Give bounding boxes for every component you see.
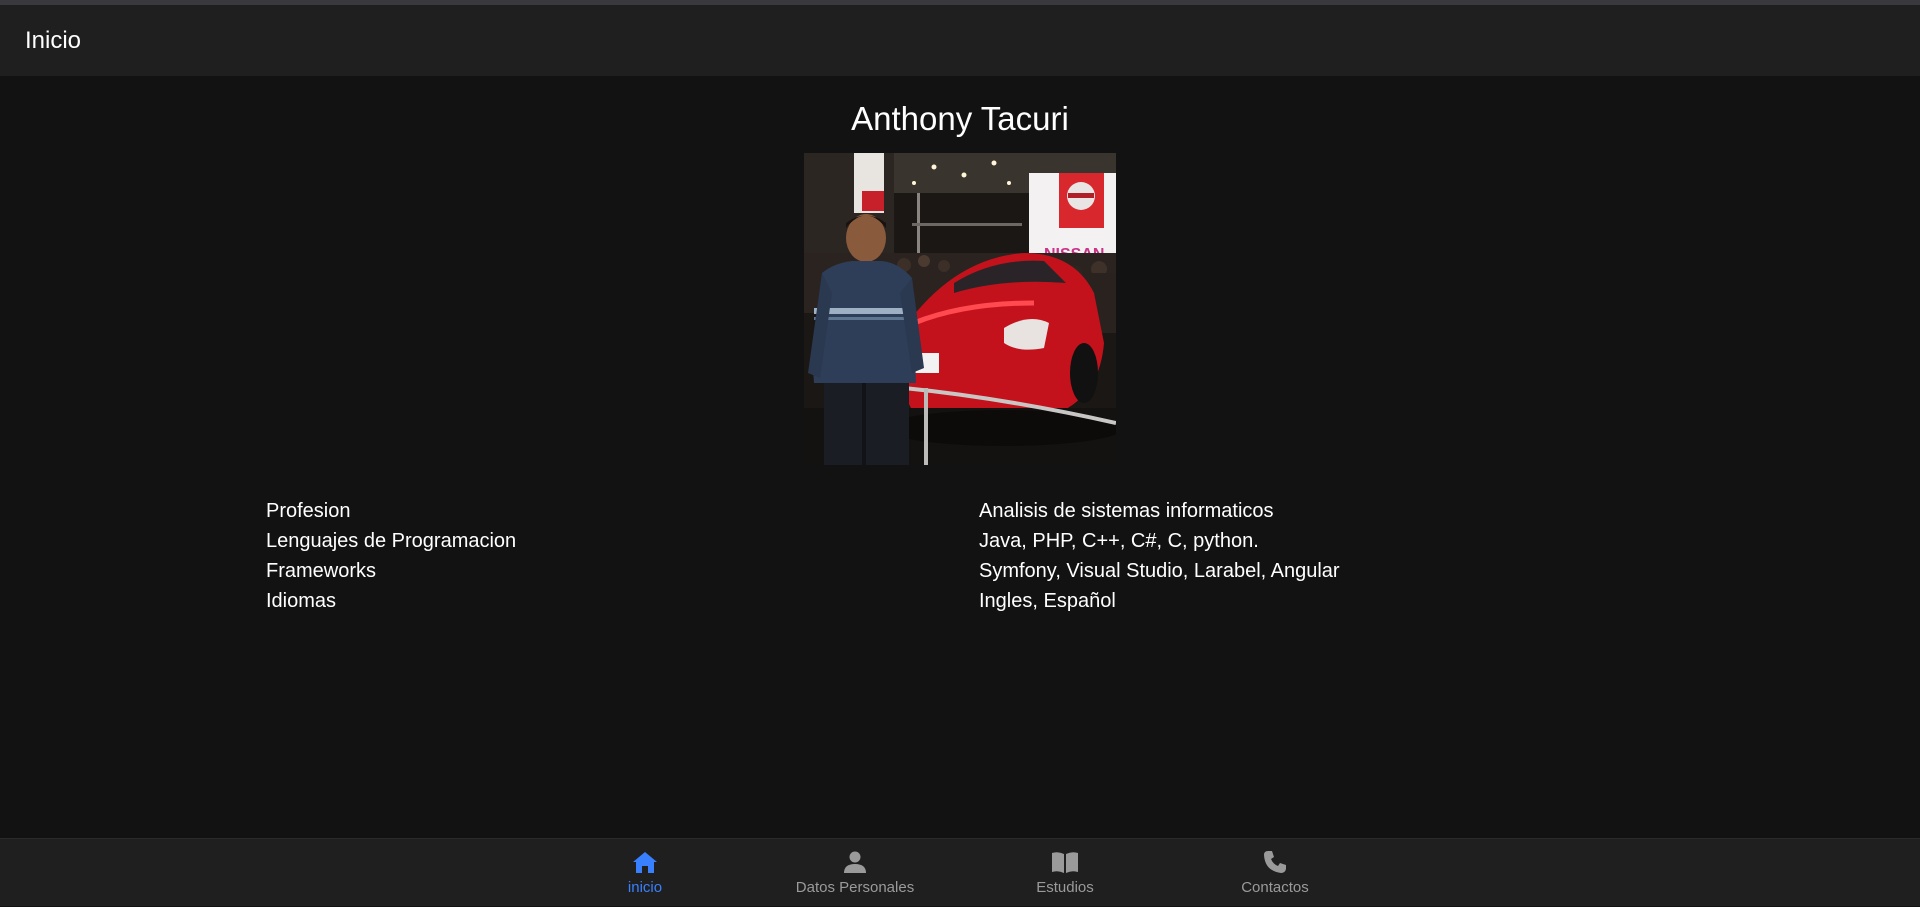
header-toolbar: Inicio bbox=[0, 5, 1920, 76]
page-title: Inicio bbox=[25, 26, 82, 54]
detail-value: Analisis de sistemas informaticos bbox=[979, 499, 1274, 522]
book-icon bbox=[1051, 849, 1079, 875]
bottom-tab-bar: inicio Datos Personales Estudios Contact… bbox=[0, 838, 1920, 906]
tab-datos-personales[interactable]: Datos Personales bbox=[750, 839, 960, 907]
detail-row-lenguajes: Lenguajes de Programacion Java, PHP, C++… bbox=[266, 526, 1466, 556]
detail-label: Lenguajes de Programacion bbox=[266, 529, 517, 552]
detail-row-idiomas: Idiomas Ingles, Español bbox=[266, 586, 1466, 616]
detail-row-profesion: Profesion Analisis de sistemas informati… bbox=[266, 496, 1466, 526]
main-content: Anthony Tacuri NISSAN bbox=[0, 76, 1920, 838]
tab-inicio[interactable]: inicio bbox=[540, 839, 750, 907]
detail-label: Idiomas bbox=[266, 589, 337, 612]
detail-label: Frameworks bbox=[266, 559, 377, 582]
detail-value: Java, PHP, C++, C#, C, python. bbox=[979, 529, 1259, 552]
tab-estudios[interactable]: Estudios bbox=[960, 839, 1170, 907]
tab-label: Contactos bbox=[1241, 879, 1309, 896]
detail-label: Profesion bbox=[266, 499, 351, 522]
tab-contactos[interactable]: Contactos bbox=[1170, 839, 1380, 907]
detail-row-frameworks: Frameworks Symfony, Visual Studio, Larab… bbox=[266, 556, 1466, 586]
detail-value: Symfony, Visual Studio, Larabel, Angular bbox=[979, 559, 1340, 582]
tab-label: inicio bbox=[627, 879, 663, 896]
tab-label: Datos Personales bbox=[795, 879, 915, 896]
tab-label: Estudios bbox=[1036, 879, 1094, 896]
profile-name: Anthony Tacuri bbox=[851, 100, 1069, 137]
detail-value: Ingles, Español bbox=[979, 589, 1116, 612]
home-icon bbox=[631, 849, 659, 875]
phone-icon bbox=[1261, 849, 1289, 875]
profile-photo: NISSAN bbox=[804, 153, 1116, 465]
profile-details: Profesion Analisis de sistemas informati… bbox=[266, 496, 1466, 616]
person-icon bbox=[841, 849, 869, 875]
